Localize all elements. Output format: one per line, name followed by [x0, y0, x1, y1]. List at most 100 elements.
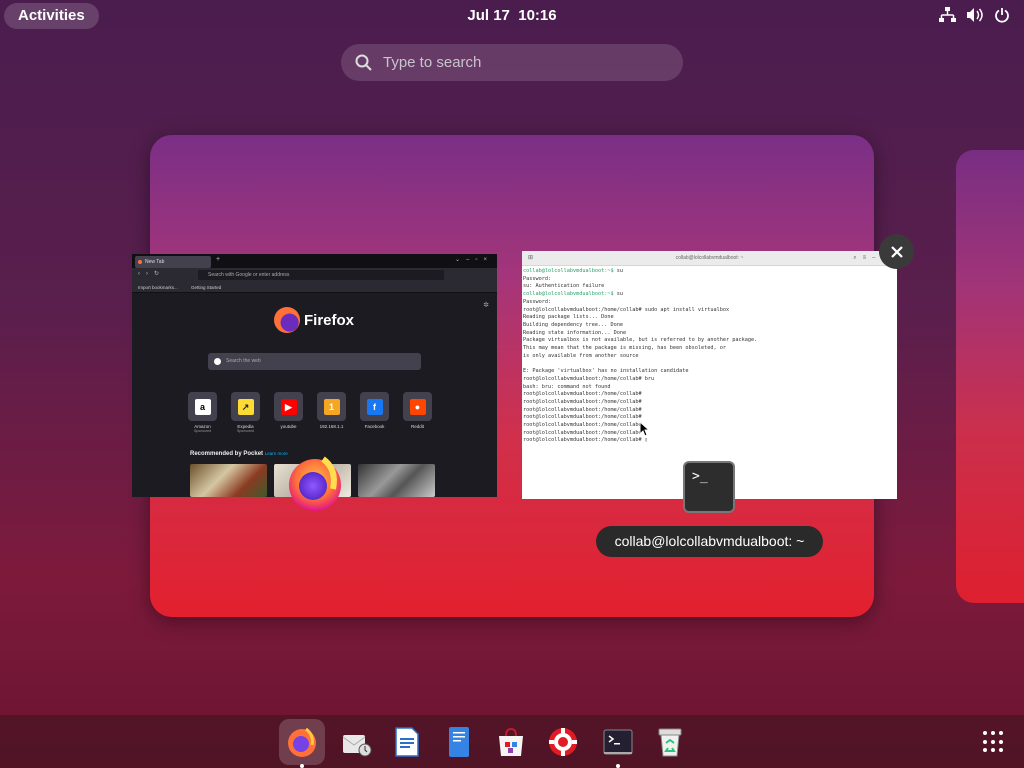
firefox-nav-icons: ‹›↻	[138, 271, 166, 277]
dash-item-text-editor[interactable]	[436, 719, 482, 765]
search-input[interactable]	[383, 44, 663, 81]
expedia-icon: ↗	[231, 392, 260, 421]
terminal-line: collab@lolcollabvmdualboot:~$ su	[523, 268, 896, 276]
terminal-app-icon: >_	[683, 461, 735, 513]
terminal-line: collab@lolcollabvmdualboot:~$ su	[523, 291, 896, 299]
mouse-cursor-icon	[639, 421, 649, 437]
firefox-search-placeholder: Search the web	[226, 358, 261, 364]
story-image	[358, 464, 435, 497]
terminal-line: Reading state information... Done	[523, 330, 896, 338]
search-bar[interactable]	[341, 44, 683, 81]
terminal-line: Package virtualbox is not available, but…	[523, 337, 896, 345]
terminal-line: Building dependency tree... Done	[523, 322, 896, 330]
top-site-tile: ↗ Expedia Sponsored	[231, 392, 260, 433]
close-window-button[interactable]	[879, 234, 914, 269]
terminal-text: root@lolcollabvmdualboot:/home/collab#	[523, 414, 642, 421]
terminal-title: collab@lolcollabvmdualboot: ~	[675, 255, 744, 261]
terminal-text: root@lolcollabvmdualboot:/home/collab# b…	[523, 375, 655, 382]
terminal-text: su	[616, 291, 623, 298]
power-icon	[995, 8, 1009, 23]
new-tab-icon: ⊞	[528, 255, 534, 261]
terminal-line: root@lolcollabvmdualboot:/home/collab#	[523, 422, 896, 430]
firefox-tab-label: New Tab	[145, 259, 165, 265]
evolution-icon	[342, 735, 372, 757]
dash	[0, 715, 1024, 768]
terminal-text: root@lolcollabvmdualboot:/home/collab# s…	[523, 306, 730, 313]
help-icon	[549, 728, 577, 756]
terminal-text: root@lolcollabvmdualboot:/home/collab#	[523, 422, 642, 429]
router-icon: 1	[317, 392, 346, 421]
terminal-output: collab@lolcollabvmdualboot:~$ su Password…	[522, 266, 897, 447]
top-bar: Activities Jul 17 10:16	[0, 0, 1024, 32]
terminal-line: root@lolcollabvmdualboot:/home/collab# s…	[523, 307, 896, 315]
top-site-label: 192.168.1.1	[319, 424, 344, 429]
dash-item-trash[interactable]	[647, 719, 693, 765]
firefox-toolbar: ‹›↻ Search with Google or enter address	[132, 268, 497, 282]
clock-text: Jul 17 10:16	[467, 7, 557, 24]
firefox-tab-strip: New Tab + ⌄–▫×	[132, 254, 497, 268]
firefox-window-controls: ⌄–▫×	[455, 257, 493, 263]
trash-icon	[658, 728, 682, 757]
dash-item-help[interactable]	[540, 719, 586, 765]
terminal-line: root@lolcollabvmdualboot:/home/collab# ▯	[523, 437, 896, 445]
search-icon	[355, 54, 372, 71]
firefox-tab: New Tab	[135, 256, 211, 268]
top-site-label: Reddit	[410, 424, 424, 429]
next-workspace-thumbnail[interactable]	[956, 150, 1024, 603]
firefox-logo-text: Firefox	[304, 311, 355, 329]
terminal-prompt: collab@lolcollabvmdualboot:~$	[523, 291, 617, 298]
firefox-url-bar: Search with Google or enter address	[198, 270, 444, 280]
bookmark-item: Getting Started	[191, 285, 222, 290]
dash-item-software[interactable]	[488, 719, 534, 765]
top-site-label: Facebook	[364, 424, 385, 429]
terminal-text: bash: bru: command not found	[523, 383, 611, 390]
amazon-icon: a	[188, 392, 217, 421]
clock[interactable]: Jul 17 10:16	[0, 7, 1024, 24]
facebook-icon: f	[360, 392, 389, 421]
story-image	[190, 464, 267, 497]
terminal-text: E: Package 'virtualbox' has no installat…	[523, 368, 689, 375]
reddit-icon: ●	[403, 392, 432, 421]
system-tray[interactable]	[939, 7, 1010, 23]
terminal-line: root@lolcollabvmdualboot:/home/collab#	[523, 430, 896, 438]
terminal-text: This may mean that the package is missin…	[523, 345, 727, 352]
terminal-line: root@lolcollabvmdualboot:/home/collab#	[523, 391, 896, 399]
terminal-line: root@lolcollabvmdualboot:/home/collab# b…	[523, 376, 896, 384]
dash-item-writer[interactable]	[384, 719, 430, 765]
terminal-line: Reading package lists... Done	[523, 314, 896, 322]
terminal-text: Password:	[523, 275, 552, 282]
dash-item-firefox[interactable]	[279, 719, 325, 768]
firefox-logo-icon	[274, 307, 300, 333]
writer-icon	[395, 727, 419, 757]
show-apps-icon[interactable]	[983, 731, 1005, 753]
firefox-web-search: Search the web	[208, 353, 421, 370]
close-icon	[890, 245, 903, 258]
firefox-icon	[288, 727, 316, 757]
terminal-line: This may mean that the package is missin…	[523, 345, 896, 353]
firefox-app-icon	[289, 456, 341, 511]
terminal-text: Reading package lists... Done	[523, 314, 614, 321]
terminal-line: is only available from another source	[523, 353, 896, 361]
network-icon	[939, 7, 956, 22]
top-site-label: youtube	[280, 424, 297, 429]
top-sites: a Amazon Sponsored ↗ Expedia Sponsored ▶ youtub…	[188, 392, 432, 433]
dash-item-terminal[interactable]	[595, 719, 641, 768]
youtube-icon: ▶	[274, 392, 303, 421]
running-indicator	[300, 764, 304, 768]
dash-item-evolution[interactable]	[333, 719, 379, 765]
terminal-text: root@lolcollabvmdualboot:/home/collab#	[523, 429, 642, 436]
window-title-label: collab@lolcollabvmdualboot: ~	[596, 526, 823, 557]
terminal-line: root@lolcollabvmdualboot:/home/collab#	[523, 407, 896, 415]
terminal-line: Password:	[523, 299, 896, 307]
terminal-line: root@lolcollabvmdualboot:/home/collab#	[523, 414, 896, 422]
terminal-text: Reading state information... Done	[523, 329, 627, 336]
top-site-tile: a Amazon Sponsored	[188, 392, 217, 433]
terminal-line: root@lolcollabvmdualboot:/home/collab#	[523, 399, 896, 407]
terminal-text: Password:	[523, 298, 552, 305]
new-tab-icon: +	[216, 256, 221, 263]
terminal-text: root@lolcollabvmdualboot:/home/collab#	[523, 398, 642, 405]
terminal-text: root@lolcollabvmdualboot:/home/collab#	[523, 406, 642, 413]
terminal-icon	[603, 729, 633, 755]
volume-icon	[967, 8, 983, 22]
software-icon	[499, 727, 523, 756]
